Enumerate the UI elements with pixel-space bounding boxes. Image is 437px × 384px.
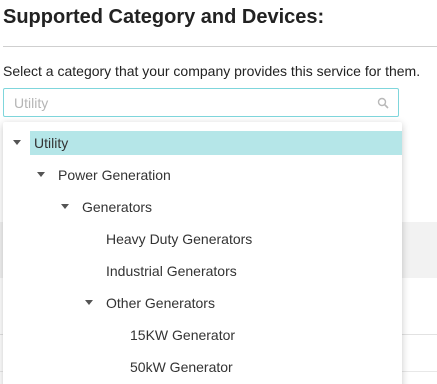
tree-node-label[interactable]: Industrial Generators (102, 261, 241, 281)
category-tree-dropdown: Utility Power Generation Generators Heav… (3, 122, 402, 384)
category-select[interactable] (3, 88, 399, 117)
tree-node-other-generators[interactable]: Other Generators (3, 287, 402, 319)
search-icon (377, 97, 389, 109)
tree-node-15kw-generator[interactable]: 15KW Generator (3, 319, 402, 351)
tree-node-label[interactable]: 15KW Generator (126, 325, 239, 345)
tree-node-power-generation[interactable]: Power Generation (3, 159, 402, 191)
tree-node-label[interactable]: Generators (78, 197, 156, 217)
category-search-input[interactable] (14, 89, 354, 116)
caret-down-icon[interactable] (61, 204, 69, 209)
caret-down-icon[interactable] (13, 140, 21, 145)
tree-node-label[interactable]: Heavy Duty Generators (102, 229, 256, 249)
tree-node-industrial-generators[interactable]: Industrial Generators (3, 255, 402, 287)
divider (3, 46, 437, 47)
tree-node-label[interactable]: 50kW Generator (126, 357, 237, 377)
caret-down-icon[interactable] (85, 300, 93, 305)
instruction-text: Select a category that your company prov… (3, 63, 421, 79)
tree-node-50kw-generator[interactable]: 50kW Generator (3, 351, 402, 383)
tree-node-label[interactable]: Other Generators (102, 293, 219, 313)
section-title: Supported Category and Devices: (3, 6, 325, 28)
tree-node-label[interactable]: Power Generation (54, 165, 175, 185)
tree-node-generators[interactable]: Generators (3, 191, 402, 223)
tree-node-label[interactable]: Utility (30, 131, 402, 155)
page: Supported Category and Devices: Select a… (0, 0, 437, 384)
tree-node-utility[interactable]: Utility (3, 127, 402, 159)
tree-node-heavy-duty-generators[interactable]: Heavy Duty Generators (3, 223, 402, 255)
caret-down-icon[interactable] (37, 172, 45, 177)
